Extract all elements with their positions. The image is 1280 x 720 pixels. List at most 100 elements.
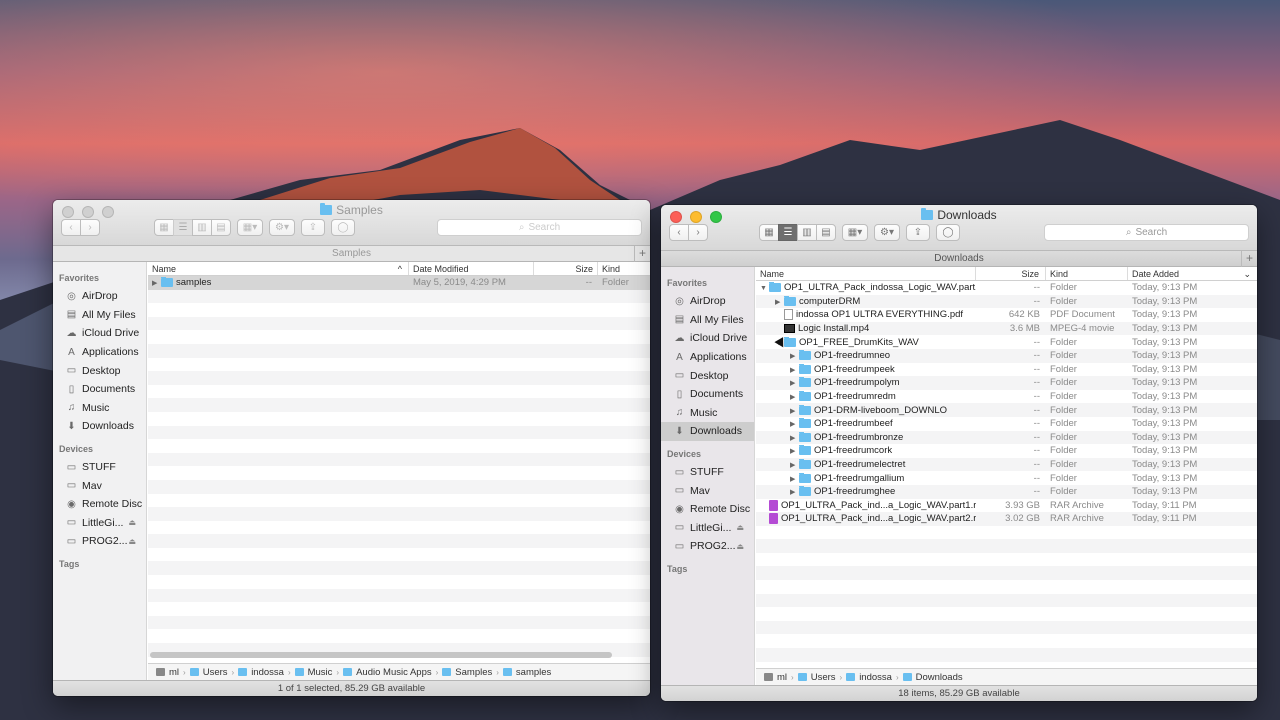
- disclosure-closed-icon[interactable]: ▶: [775, 298, 784, 306]
- path-segment[interactable]: Users: [811, 672, 836, 683]
- path-segment[interactable]: indossa: [251, 667, 284, 678]
- path-segment[interactable]: Music: [308, 667, 333, 678]
- table-row[interactable]: Logic Install.mp4 3.6 MB MPEG-4 movie To…: [756, 321, 1257, 336]
- table-row[interactable]: ▶ OP1-DRM-liveboom_DOWNLO -- Folder Today…: [756, 403, 1257, 417]
- sidebar-item-remote-disc[interactable]: ◉ Remote Disc: [53, 495, 146, 514]
- eject-icon[interactable]: ⏏: [128, 537, 136, 546]
- share-button[interactable]: ⇪: [301, 218, 325, 236]
- sidebar-item-prog2-[interactable]: ▭ PROG2... ⏏: [53, 532, 146, 551]
- column-date-added[interactable]: Date Added ⌄: [1128, 267, 1257, 280]
- column-name[interactable]: Name: [756, 267, 976, 280]
- sidebar-item-downloads[interactable]: ⬇ Downloads: [661, 422, 754, 441]
- sidebar-item-documents[interactable]: ▯ Documents: [661, 385, 754, 404]
- sidebar-item-music[interactable]: ♫ Music: [53, 399, 146, 418]
- sidebar-item-icloud-drive[interactable]: ☁ iCloud Drive: [53, 324, 146, 343]
- table-row[interactable]: ▶ samples May 5, 2019, 4:29 PM -- Folder: [148, 276, 650, 290]
- disclosure-closed-icon[interactable]: ▶: [790, 352, 799, 360]
- column-kind[interactable]: Kind: [598, 262, 650, 275]
- disclosure-closed-icon[interactable]: ▶: [790, 461, 799, 469]
- sidebar-item-littlegi-[interactable]: ▭ LittleGi... ⏏: [661, 519, 754, 538]
- table-row[interactable]: ▶ OP1-freedrumpeek -- Folder Today, 9:13 …: [756, 363, 1257, 377]
- new-tab-button[interactable]: +: [634, 246, 650, 262]
- sidebar-item-desktop[interactable]: ▭ Desktop: [661, 366, 754, 385]
- new-tab-button[interactable]: +: [1241, 251, 1257, 267]
- arrange-button[interactable]: ▦▾: [842, 223, 868, 241]
- sidebar-item-stuff[interactable]: ▭ STUFF: [661, 463, 754, 482]
- sidebar-item-applications[interactable]: A Applications: [53, 343, 146, 362]
- table-row[interactable]: ▶ OP1-freedrumelectret -- Folder Today, 9…: [756, 457, 1257, 472]
- disclosure-closed-icon[interactable]: ▶: [790, 366, 799, 374]
- sidebar-item-all-my-files[interactable]: ▤ All My Files: [661, 311, 754, 330]
- disclosure-closed-icon[interactable]: ▶: [790, 475, 799, 483]
- sidebar-item-mav[interactable]: ▭ Mav: [661, 481, 754, 500]
- column-view-button[interactable]: ▥: [192, 218, 212, 236]
- table-row[interactable]: ▶ OP1-freedrumbronze -- Folder Today, 9:1…: [756, 430, 1257, 445]
- disclosure-triangle-icon[interactable]: ▶: [152, 279, 161, 287]
- tags-button[interactable]: ◯: [936, 223, 960, 241]
- table-row[interactable]: indossa OP1 ULTRA EVERYTHING.pdf 642 KB …: [756, 308, 1257, 322]
- list-view-button[interactable]: ☰: [778, 223, 798, 241]
- column-view-button[interactable]: ▥: [797, 223, 817, 241]
- sidebar-item-airdrop[interactable]: ◎ AirDrop: [661, 292, 754, 311]
- tab-title[interactable]: Downloads: [934, 253, 983, 264]
- eject-icon[interactable]: ⏏: [736, 523, 744, 532]
- forward-button[interactable]: ›: [688, 223, 708, 241]
- column-size[interactable]: Size: [976, 267, 1046, 280]
- path-segment[interactable]: ml: [169, 667, 179, 678]
- coverflow-view-button[interactable]: ▤: [816, 223, 836, 241]
- disclosure-closed-icon[interactable]: ▶: [790, 434, 799, 442]
- table-row[interactable]: ▼ OP1_ULTRA_Pack_indossa_Logic_WAV.part1 …: [756, 281, 1257, 295]
- tab-title[interactable]: Samples: [332, 248, 371, 259]
- table-row[interactable]: ▶ OP1-freedrumredm -- Folder Today, 9:13 …: [756, 390, 1257, 404]
- horizontal-scrollbar[interactable]: [150, 652, 612, 658]
- sidebar-item-icloud-drive[interactable]: ☁ iCloud Drive: [661, 329, 754, 348]
- table-row[interactable]: OP1_ULTRA_Pack_ind...a_Logic_WAV.part2.r…: [756, 512, 1257, 526]
- sidebar-item-prog2-[interactable]: ▭ PROG2... ⏏: [661, 537, 754, 556]
- sidebar-item-applications[interactable]: A Applications: [661, 348, 754, 367]
- share-button[interactable]: ⇪: [906, 223, 930, 241]
- eject-icon[interactable]: ⏏: [128, 518, 136, 527]
- sidebar-item-littlegi-[interactable]: ▭ LittleGi... ⏏: [53, 514, 146, 533]
- search-field[interactable]: ⌕ Search: [437, 218, 642, 236]
- sidebar-item-remote-disc[interactable]: ◉ Remote Disc: [661, 500, 754, 519]
- back-button[interactable]: ‹: [61, 218, 81, 236]
- forward-button[interactable]: ›: [80, 218, 100, 236]
- path-segment[interactable]: Audio Music Apps: [356, 667, 432, 678]
- arrange-button[interactable]: ▦▾: [237, 218, 263, 236]
- disclosure-closed-icon[interactable]: ▶: [790, 488, 799, 496]
- table-row[interactable]: ▶ OP1-freedrumgallium -- Folder Today, 9:…: [756, 471, 1257, 485]
- path-segment[interactable]: indossa: [859, 672, 892, 683]
- eject-icon[interactable]: ⏏: [736, 542, 744, 551]
- disclosure-closed-icon[interactable]: ▶: [790, 393, 799, 401]
- column-name[interactable]: Name ^: [148, 262, 409, 275]
- table-row[interactable]: ▶ OP1-freedrumpolym -- Folder Today, 9:13…: [756, 376, 1257, 390]
- sidebar-item-stuff[interactable]: ▭ STUFF: [53, 458, 146, 477]
- table-row[interactable]: ▶ OP1-freedrumcork -- Folder Today, 9:13 …: [756, 444, 1257, 458]
- table-row[interactable]: ▶ OP1-freedrumghee -- Folder Today, 9:13 …: [756, 484, 1257, 499]
- sidebar-item-documents[interactable]: ▯ Documents: [53, 380, 146, 399]
- back-button[interactable]: ‹: [669, 223, 689, 241]
- path-segment[interactable]: samples: [516, 667, 551, 678]
- sidebar-item-all-my-files[interactable]: ▤ All My Files: [53, 306, 146, 325]
- path-segment[interactable]: Samples: [455, 667, 492, 678]
- column-size[interactable]: Size: [534, 262, 598, 275]
- disclosure-closed-icon[interactable]: ▶: [790, 379, 799, 387]
- list-view-button[interactable]: ☰: [173, 218, 193, 236]
- sidebar-item-airdrop[interactable]: ◎ AirDrop: [53, 287, 146, 306]
- path-segment[interactable]: Downloads: [916, 672, 963, 683]
- table-row[interactable]: ▼ OP1_FREE_DrumKits_WAV -- Folder Today, …: [756, 335, 1257, 349]
- column-kind[interactable]: Kind: [1046, 267, 1128, 280]
- disclosure-closed-icon[interactable]: ▶: [790, 447, 799, 455]
- disclosure-closed-icon[interactable]: ▶: [790, 420, 799, 428]
- action-gear-button[interactable]: ⚙▾: [874, 223, 900, 241]
- action-gear-button[interactable]: ⚙▾: [269, 218, 295, 236]
- sidebar-item-downloads[interactable]: ⬇ Downloads: [53, 417, 146, 436]
- path-segment[interactable]: ml: [777, 672, 787, 683]
- coverflow-view-button[interactable]: ▤: [211, 218, 231, 236]
- column-date-modified[interactable]: Date Modified: [409, 262, 534, 275]
- table-row[interactable]: ▶ OP1-freedrumbeef -- Folder Today, 9:13 …: [756, 417, 1257, 431]
- search-field[interactable]: ⌕ Search: [1044, 223, 1249, 241]
- tags-button[interactable]: ◯: [331, 218, 355, 236]
- table-row[interactable]: OP1_ULTRA_Pack_ind...a_Logic_WAV.part1.r…: [756, 499, 1257, 513]
- path-segment[interactable]: Users: [203, 667, 228, 678]
